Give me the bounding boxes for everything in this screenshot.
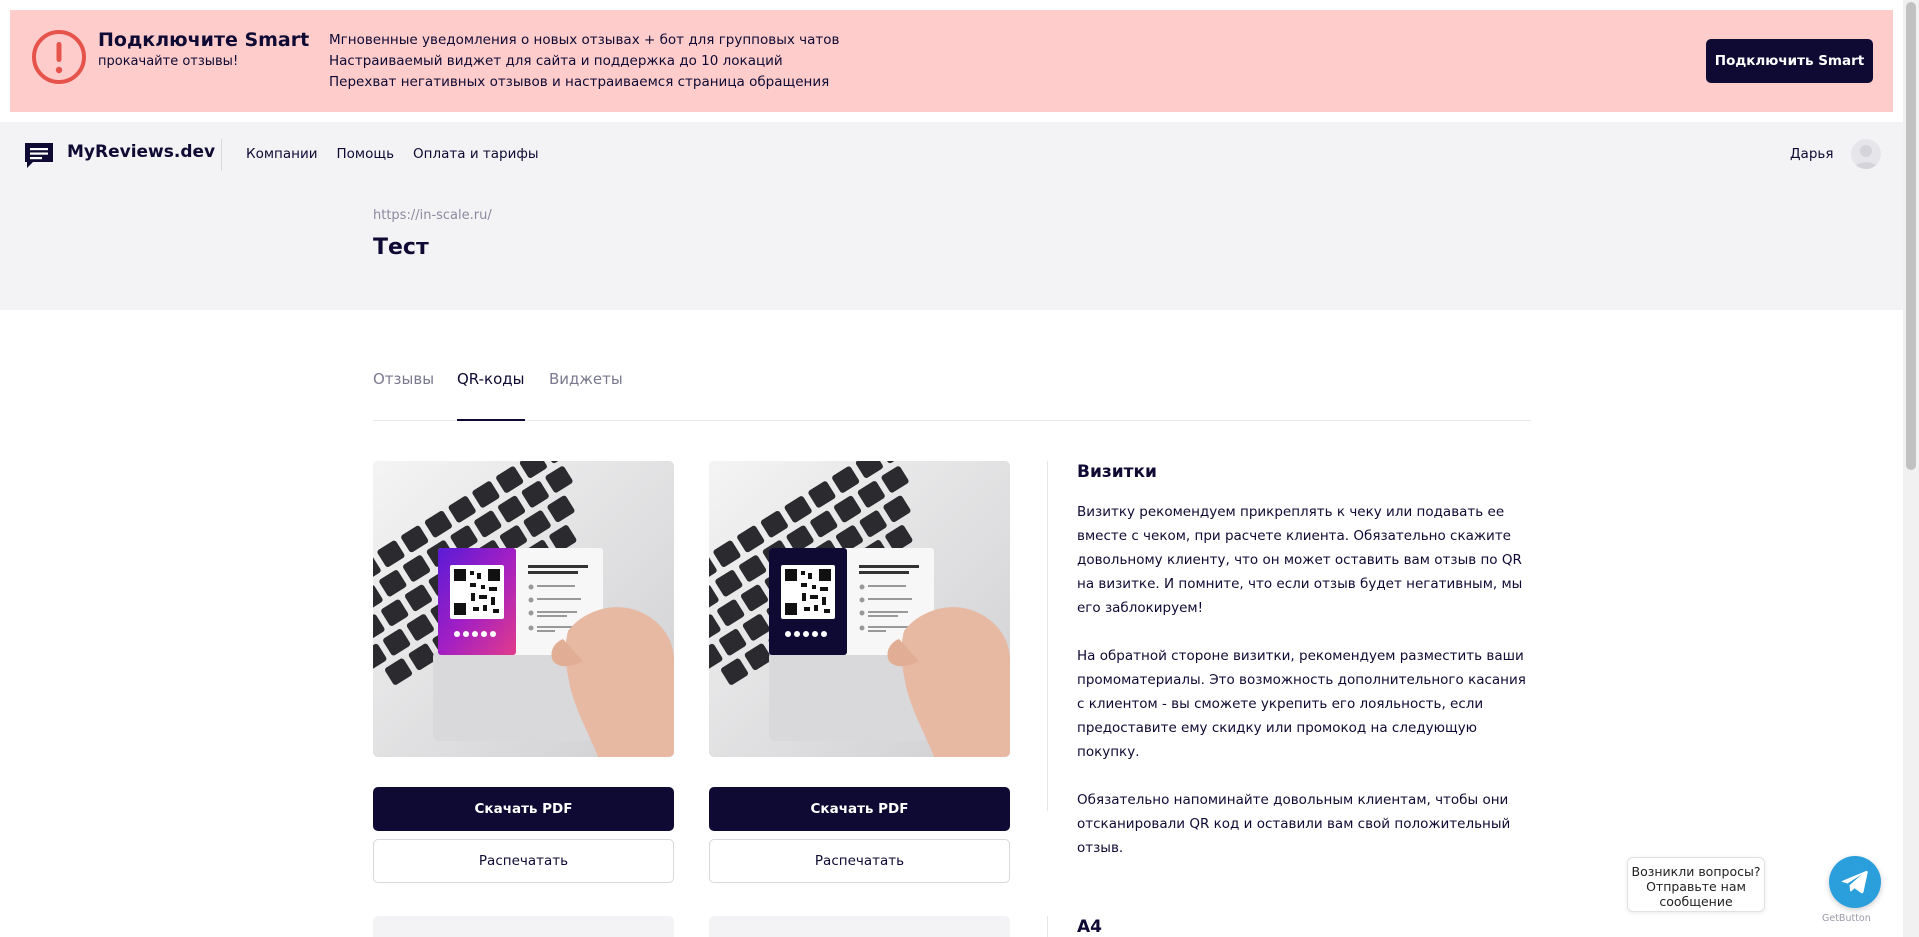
qr-card-preview-dark — [709, 461, 1010, 757]
chat-prompt-bubble[interactable]: Возникли вопросы? Отправьте нам сообщени… — [1627, 857, 1765, 912]
nav-companies[interactable]: Компании — [246, 146, 318, 162]
section-title-business-cards: Визитки — [1077, 462, 1157, 482]
section-title-a4: A4 — [1077, 917, 1102, 937]
print-button[interactable]: Распечатать — [373, 839, 674, 883]
tab-widgets[interactable]: Виджеты — [549, 370, 623, 421]
business-cards-description: Визитку рекомендуем прикреплять к чеку и… — [1077, 500, 1537, 884]
promo-feature: Перехват негативных отзывов и настраивае… — [329, 74, 830, 90]
logo-text[interactable]: MyReviews.dev — [67, 142, 215, 162]
page-title: Тест — [373, 235, 429, 260]
promo-feature: Мгновенные уведомления о новых отзывах +… — [329, 32, 840, 48]
download-pdf-button[interactable]: Скачать PDF — [709, 787, 1010, 831]
avatar[interactable] — [1851, 139, 1881, 169]
company-url[interactable]: https://in-scale.ru/ — [373, 208, 492, 223]
telegram-icon — [1841, 870, 1868, 894]
exclamation-circle-icon — [32, 30, 86, 84]
promo-feature-list: Мгновенные уведомления о новых отзывах +… — [329, 30, 839, 93]
description-paragraph: Визитку рекомендуем прикреплять к чеку и… — [1077, 504, 1523, 616]
chat-bubble-icon[interactable] — [23, 141, 55, 169]
nav-help[interactable]: Помощь — [337, 146, 395, 162]
user-icon — [1854, 145, 1878, 169]
promo-subtitle: прокачайте отзывы! — [98, 54, 239, 69]
nav-divider — [221, 139, 222, 171]
print-button[interactable]: Распечатать — [709, 839, 1010, 883]
description-paragraph: Обязательно напоминайте довольным клиент… — [1077, 792, 1511, 856]
nav-pricing[interactable]: Оплата и тарифы — [413, 146, 539, 162]
section-divider — [1047, 916, 1048, 937]
qr-card-preview-gradient — [373, 461, 674, 757]
main-nav: Компании Помощь Оплата и тарифы — [246, 146, 539, 162]
description-paragraph: На обратной стороне визитки, рекомендуем… — [1077, 648, 1526, 760]
tab-qr-codes[interactable]: QR-коды — [457, 370, 525, 421]
promo-title: Подключите Smart — [98, 29, 310, 51]
page: Подключите Smart прокачайте отзывы! Мгно… — [0, 0, 1903, 937]
tabs: Отзывы QR-коды Виджеты — [373, 370, 1531, 421]
download-pdf-button[interactable]: Скачать PDF — [373, 787, 674, 831]
a4-card-preview — [709, 916, 1010, 937]
scrollbar-thumb[interactable] — [1906, 2, 1916, 470]
business-card-mockup — [373, 461, 674, 757]
telegram-chat-button[interactable] — [1829, 856, 1881, 908]
connect-smart-button[interactable]: Подключить Smart — [1706, 39, 1873, 83]
a4-card-preview — [373, 916, 674, 937]
promo-feature: Настраиваемый виджет для сайта и поддерж… — [329, 53, 783, 69]
tab-reviews[interactable]: Отзывы — [373, 370, 434, 421]
getbutton-credit[interactable]: GetButton — [1822, 913, 1871, 924]
smart-promo-banner: Подключите Smart прокачайте отзывы! Мгно… — [10, 10, 1893, 112]
user-name[interactable]: Дарья — [1790, 146, 1833, 162]
business-card-mockup — [709, 461, 1010, 757]
section-divider — [1047, 461, 1048, 811]
